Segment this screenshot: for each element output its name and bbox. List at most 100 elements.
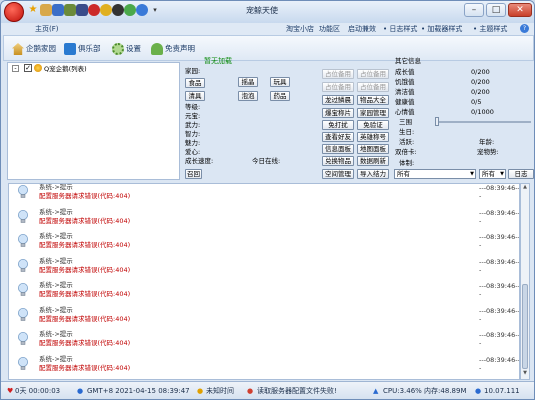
quick-menu-icon[interactable]: ▾ [149,4,161,16]
quick-star-icon[interactable]: ★ [27,4,39,16]
tab-home[interactable]: 主页(F) [35,24,59,34]
maximize-button[interactable]: □ [486,3,506,17]
account-checkbox[interactable]: ✓ [24,64,32,72]
info-filter-select[interactable]: 所有 ▼ [479,169,506,179]
pet-status-title: 暂无加载 [204,57,232,65]
quick-panda-icon[interactable] [112,4,124,16]
quick-bag-icon[interactable] [64,4,76,16]
action-button[interactable]: 家园管理 [357,108,389,118]
quick-pin-icon[interactable] [40,4,52,16]
scroll-down-arrow[interactable]: ▼ [521,370,529,379]
log-entry[interactable]: 系统->提示 配置服务器请求错误(代码:404) ---08:39:46--- [9,278,519,303]
chevron-down-icon: ▼ [500,171,504,177]
action-button[interactable]: 爆宝称片 [322,108,354,118]
log-entry-time: ---08:39:46--- [479,355,520,372]
minimize-button[interactable]: – [464,3,484,17]
action-button[interactable]: 地图面板 [357,144,389,154]
crystal-button[interactable]: 摇晶 [238,77,258,87]
age-label: 年龄: [479,138,495,146]
info-row-label: 成长值 [395,68,415,76]
action-button[interactable]: 信息面板 [322,144,354,154]
menu-startup[interactable]: 启动兼效 [348,24,376,34]
toolbar-disclaimer-label: 免责声明 [165,44,195,53]
menu-theme-style[interactable]: • 主题样式 [473,24,507,34]
food-button[interactable]: 食品 [185,78,205,88]
action-button[interactable]: 占位备用 [357,69,389,79]
log-entry[interactable]: 系统->提示 配置服务器请求错误(代码:404) ---08:39:46--- [9,254,519,279]
action-button[interactable]: 空间管理 [322,169,354,179]
gear-icon [112,43,124,55]
log-entry[interactable]: 系统->提示 配置服务器请求错误(代码:404) ---08:39:46--- [9,229,519,254]
pet-info-panel: 暂无加载 家园: 食品 摇晶 玩具 清具 泡泡 药品 等级: 元宝: 武力: 智… [182,56,322,182]
help-icon[interactable]: ? [520,24,529,33]
penguin-icon [34,64,42,72]
action-button[interactable]: 查看好友 [322,132,354,142]
other-info-title: 其它信息 [395,57,421,65]
toolbar-home-button[interactable]: 企鹅家园 [12,41,56,57]
account-tree[interactable]: - ✓ Q宠企鹅(列表) [7,62,180,180]
quick-drop-icon[interactable] [136,4,148,16]
cleaning-button[interactable]: 清具 [185,91,205,101]
action-button[interactable]: 免验证 [357,120,389,130]
scroll-up-arrow[interactable]: ▲ [521,184,529,193]
toy-button[interactable]: 玩具 [270,77,290,87]
scroll-thumb[interactable] [522,284,528,369]
stat-charm: 魅力: [185,139,201,147]
lightbulb-icon [18,307,28,321]
log-list[interactable]: 系统->提示 配置服务器请求错误(代码:404) ---08:39:46--- 系统-… [8,183,520,380]
action-button[interactable]: 导入结力 [357,169,389,179]
action-button[interactable]: 数据刷新 [357,156,389,166]
menu-shop[interactable]: 淘宝小店 [286,24,314,34]
quick-tool-icon[interactable] [100,4,112,16]
log-scrollbar[interactable]: ▲ ▼ [520,183,530,380]
log-button[interactable]: 日志 [508,169,534,179]
quick-penguin-icon[interactable] [88,4,100,16]
action-button[interactable]: 占位备用 [322,82,354,92]
slider-thumb[interactable] [435,117,439,126]
quick-ball-icon[interactable] [124,4,136,16]
datetime: GMT+8 2021-04-15 08:39:47 [87,387,190,395]
log-entry[interactable]: 系统->提示 配置服务器请求错误(代码:404) ---08:39:46--- [9,327,519,352]
action-button[interactable]: 占位备用 [322,69,354,79]
home-label: 家园: [185,67,201,75]
sync-icon: ● [197,387,204,395]
toolbar-disclaimer-button[interactable]: 免责声明 [151,41,195,57]
log-entry-time: ---08:39:46--- [479,208,520,225]
title-bar: ★ ▾ 宠鲸天使 – □ ✕ [1,1,534,23]
measurements-slider[interactable] [435,121,531,123]
action-button[interactable]: 英雄称号 [357,132,389,142]
measurements-label: 三围 [399,118,412,126]
menu-functions[interactable]: 功能区 [319,24,340,34]
action-filter-select[interactable]: 所有 ▼ [394,169,476,179]
info-row-value: 0/200 [471,68,490,76]
action-button[interactable]: 兑换物品 [322,156,354,166]
tree-collapse-icon[interactable]: - [12,65,19,72]
log-entry[interactable]: 系统->提示 配置服务器请求错误(代码:404) ---08:39:46--- [9,205,520,230]
recall-button[interactable]: 召回 [185,169,202,179]
action-button[interactable]: 物品大全 [357,95,389,105]
lightbulb-icon [18,283,28,296]
log-entry[interactable]: 系统->提示 配置服务器请求错误(代码:404) ---08:39:46--- [9,303,519,328]
clock-icon: ● [77,387,84,395]
cpu-icon: ▲ [373,387,379,395]
stat-growth-speed: 成长速度: [185,157,214,165]
action-button[interactable]: 龙过鳞晨 [322,95,354,105]
medicine-button[interactable]: 药品 [270,91,290,101]
menu-loader-style[interactable]: • 加载器样式 [421,24,462,34]
quick-qq-icon[interactable] [52,4,64,16]
info-row-value: 0/200 [471,78,490,86]
log-entry[interactable]: 系统->提示 配置服务器请求错误(代码:404) ---08:39:46--- [9,184,519,205]
bubble-button[interactable]: 泡泡 [238,91,258,101]
action-button[interactable]: 占位备用 [357,82,389,92]
action-button[interactable]: 免打扰 [322,120,354,130]
close-button[interactable]: ✕ [508,3,532,17]
version: 10.07.111 [484,387,520,395]
quick-disk-icon[interactable] [76,4,88,16]
toolbar-club-button[interactable]: 俱乐部 [64,41,101,57]
account-list-item[interactable]: Q宠企鹅(列表) [44,65,87,73]
toolbar-settings-button[interactable]: 设置 [112,41,141,57]
log-entry[interactable]: 系统->提示 配置服务器请求错误(代码:404) ---08:39:46--- [9,352,520,377]
menu-log-style[interactable]: • 日志样式 [383,24,417,34]
stat-love: 爱心: [185,148,201,156]
app-logo-icon[interactable] [4,2,24,22]
